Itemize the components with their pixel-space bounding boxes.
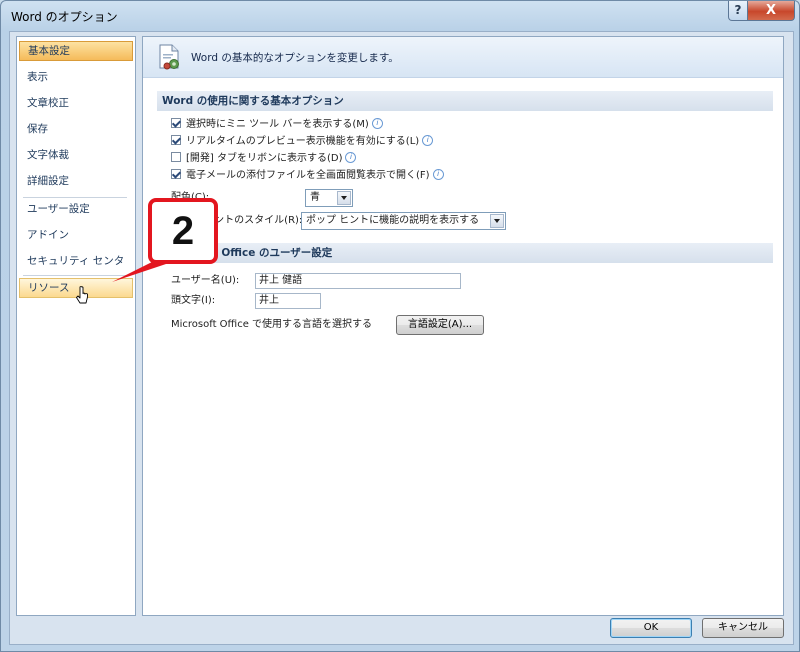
callout-step-number: 2 <box>148 198 218 264</box>
callout-pointer <box>112 258 184 282</box>
mouse-cursor-icon <box>76 286 88 304</box>
